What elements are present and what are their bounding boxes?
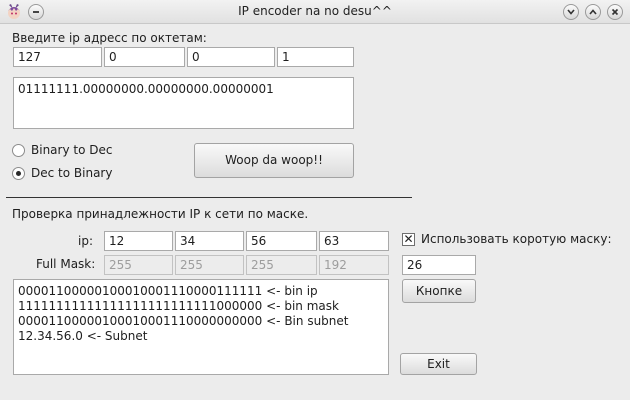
full-mask-label: Full Mask:	[36, 257, 96, 271]
ip-octet-1-input[interactable]	[104, 231, 173, 251]
short-mask-label[interactable]: Использовать коротую маску:	[421, 232, 611, 246]
window-titlebar[interactable]: IP encoder na no desu^^	[0, 0, 630, 24]
dec-to-binary-radio[interactable]	[12, 167, 25, 180]
encoder-output-area[interactable]: 01111111.00000000.00000000.00000001	[13, 77, 354, 129]
maximize-icon[interactable]	[585, 4, 601, 20]
woop-button[interactable]: Woop da woop!!	[194, 143, 354, 178]
octet-4-input[interactable]	[277, 47, 354, 67]
mask-check-heading: Проверка принадлежности IP к сети по мас…	[12, 207, 309, 221]
mask-octet-4-input	[319, 255, 389, 275]
mask-octet-1-input	[104, 255, 173, 275]
section-separator	[6, 197, 412, 198]
octet-2-input[interactable]	[104, 47, 185, 67]
close-icon[interactable]	[607, 4, 623, 20]
binary-to-dec-label[interactable]: Binary to Dec	[31, 143, 112, 157]
window-title: IP encoder na no desu^^	[238, 4, 392, 18]
mask-octet-3-input	[246, 255, 317, 275]
ip-octet-2-input[interactable]	[175, 231, 244, 251]
short-mask-input[interactable]	[402, 255, 476, 275]
radio-selected-dot	[16, 171, 21, 176]
ip-prompt-label: Введите ip адресс по октетам:	[12, 31, 207, 45]
dec-to-binary-label[interactable]: Dec to Binary	[31, 166, 112, 180]
short-mask-checkbox[interactable]: ✕	[402, 233, 415, 246]
octet-3-input[interactable]	[187, 47, 275, 67]
ip-label: ip:	[78, 234, 93, 248]
mask-octet-2-input	[175, 255, 244, 275]
minimize-icon[interactable]	[563, 4, 579, 20]
binary-to-dec-radio[interactable]	[12, 144, 25, 157]
exit-button[interactable]: Exit	[400, 353, 477, 375]
ip-octet-4-input[interactable]	[319, 231, 389, 251]
mask-output-area[interactable]: 00001100000100010001110000111111 <- bin …	[13, 279, 389, 375]
ip-octet-3-input[interactable]	[246, 231, 317, 251]
kanopke-button[interactable]: Кнопке	[402, 279, 476, 303]
octet-1-input[interactable]	[13, 47, 102, 67]
